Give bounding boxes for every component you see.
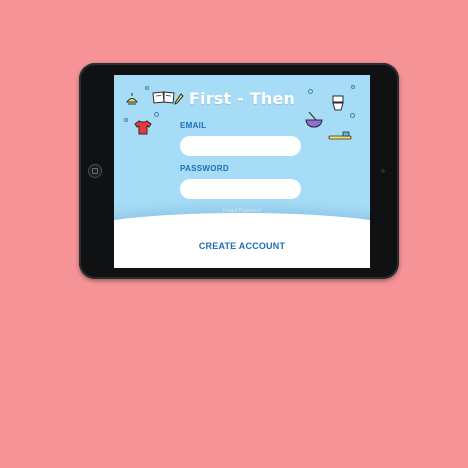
camera-dot	[381, 169, 385, 173]
app-title: First - Then	[188, 89, 296, 108]
create-account-button[interactable]: CREATE ACCOUNT	[114, 241, 370, 251]
bowl-icon	[305, 111, 323, 128]
password-field[interactable]	[180, 179, 301, 199]
bubble-icon	[124, 118, 128, 122]
bubble-icon	[154, 112, 159, 117]
app-screen: First - Then EMAIL PASSWORD Forgot Passw…	[114, 75, 370, 268]
home-button[interactable]	[88, 164, 102, 178]
bubble-icon	[350, 113, 355, 118]
email-label: EMAIL	[180, 121, 207, 130]
tshirt-icon	[134, 120, 152, 135]
toothbrush-icon	[328, 131, 352, 140]
password-label: PASSWORD	[180, 164, 229, 173]
email-field[interactable]	[180, 136, 301, 156]
